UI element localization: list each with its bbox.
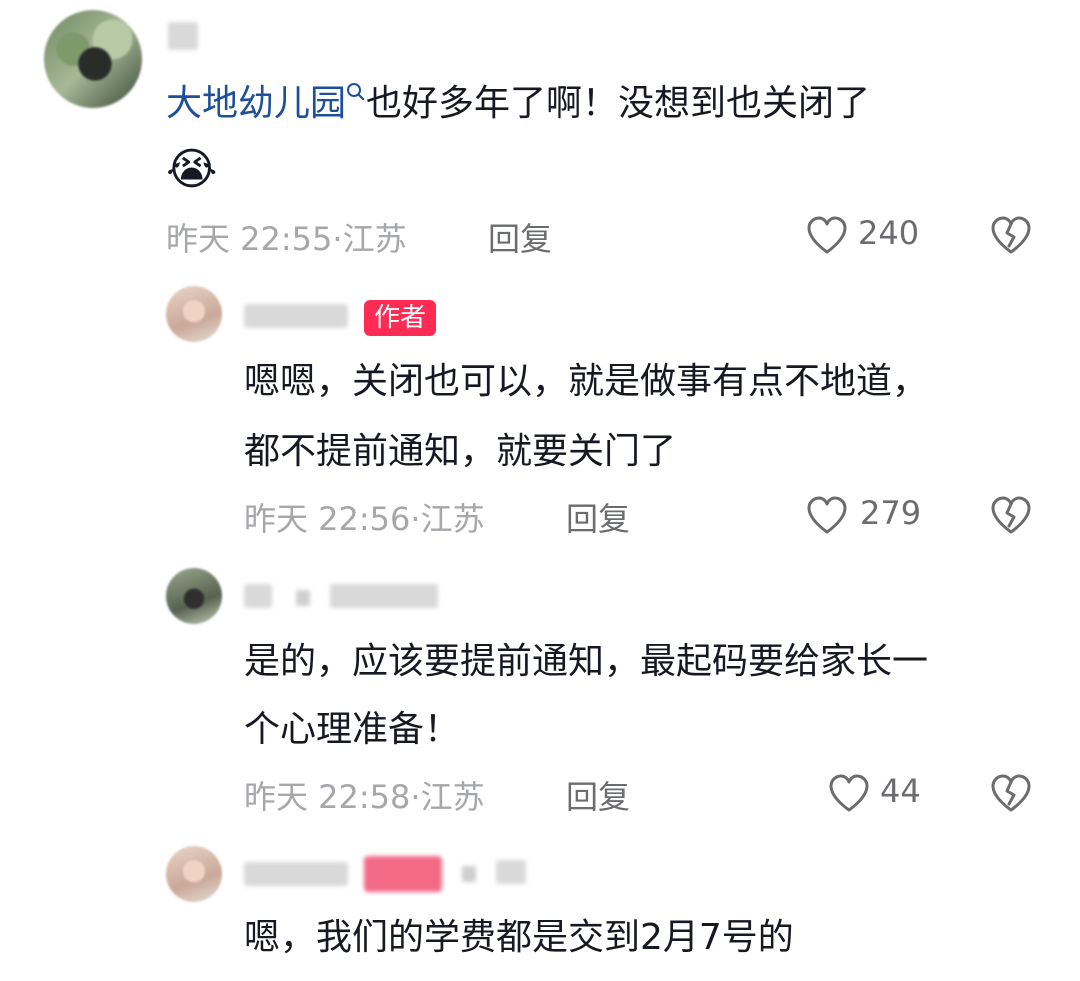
comment-meta: 昨天 22:58·江苏: [244, 772, 485, 818]
comment-text-line: 嗯，我们的学费都是交到2月7号的: [244, 917, 794, 958]
comment-meta: 昨天 22:55·江苏: [166, 214, 407, 260]
location: 江苏: [420, 778, 485, 816]
comment-body: 也好多年了啊！没想到也关闭了: [366, 83, 871, 124]
separator-blurred: [296, 590, 310, 606]
dislike-button[interactable]: [990, 216, 1032, 256]
username-blurred[interactable]: [168, 22, 198, 50]
comment-text-line: 是的，应该要提前通知，最起码要给家长一: [244, 641, 929, 682]
broken-heart-icon: [991, 216, 1031, 254]
reply-target-blurred[interactable]: [330, 584, 438, 608]
like-count: 44: [880, 772, 921, 810]
like-button[interactable]: [828, 774, 870, 814]
dislike-button[interactable]: [990, 774, 1032, 814]
separator-blurred: [462, 866, 476, 882]
avatar[interactable]: [166, 846, 222, 902]
author-badge-blurred: [364, 856, 442, 892]
author-badge: 作者: [364, 300, 437, 336]
username-blurred[interactable]: [244, 862, 348, 886]
search-icon: [347, 83, 365, 101]
like-count: 279: [860, 494, 922, 532]
comment-text: 大地幼儿园 也好多年了啊！没想到也关闭了: [166, 76, 870, 132]
location: 江苏: [342, 220, 407, 258]
reply-target-blurred[interactable]: [496, 860, 526, 884]
like-count: 240: [858, 214, 920, 252]
timestamp: 昨天 22:56·: [244, 500, 421, 538]
username-blurred[interactable]: [244, 584, 272, 608]
comment-text-line: 个心理准备！: [244, 709, 461, 750]
crying-emoji-icon: 😭: [166, 144, 218, 195]
broken-heart-icon: [991, 496, 1031, 534]
heart-icon: [807, 216, 847, 254]
mention-link[interactable]: 大地幼儿园: [166, 83, 346, 124]
comment-meta: 昨天 22:56·江苏: [244, 494, 485, 540]
reply-button[interactable]: 回复: [566, 494, 630, 540]
reply-button[interactable]: 回复: [566, 772, 630, 818]
heart-icon: [829, 774, 869, 812]
timestamp: 昨天 22:58·: [244, 778, 421, 816]
location: 江苏: [420, 500, 485, 538]
like-button[interactable]: [806, 496, 848, 536]
dislike-button[interactable]: [990, 496, 1032, 536]
avatar[interactable]: [166, 286, 222, 342]
broken-heart-icon: [991, 774, 1031, 812]
like-button[interactable]: [806, 216, 848, 256]
username-blurred[interactable]: [244, 304, 348, 328]
comment-text-line: 嗯嗯，关闭也可以，就是做事有点不地道，: [244, 361, 929, 402]
comment-text-line: 都不提前通知，就要关门了: [244, 431, 677, 472]
reply-button[interactable]: 回复: [488, 214, 552, 260]
timestamp: 昨天 22:55·: [166, 220, 343, 258]
avatar[interactable]: [44, 10, 142, 108]
avatar[interactable]: [166, 568, 222, 624]
heart-icon: [807, 496, 847, 534]
